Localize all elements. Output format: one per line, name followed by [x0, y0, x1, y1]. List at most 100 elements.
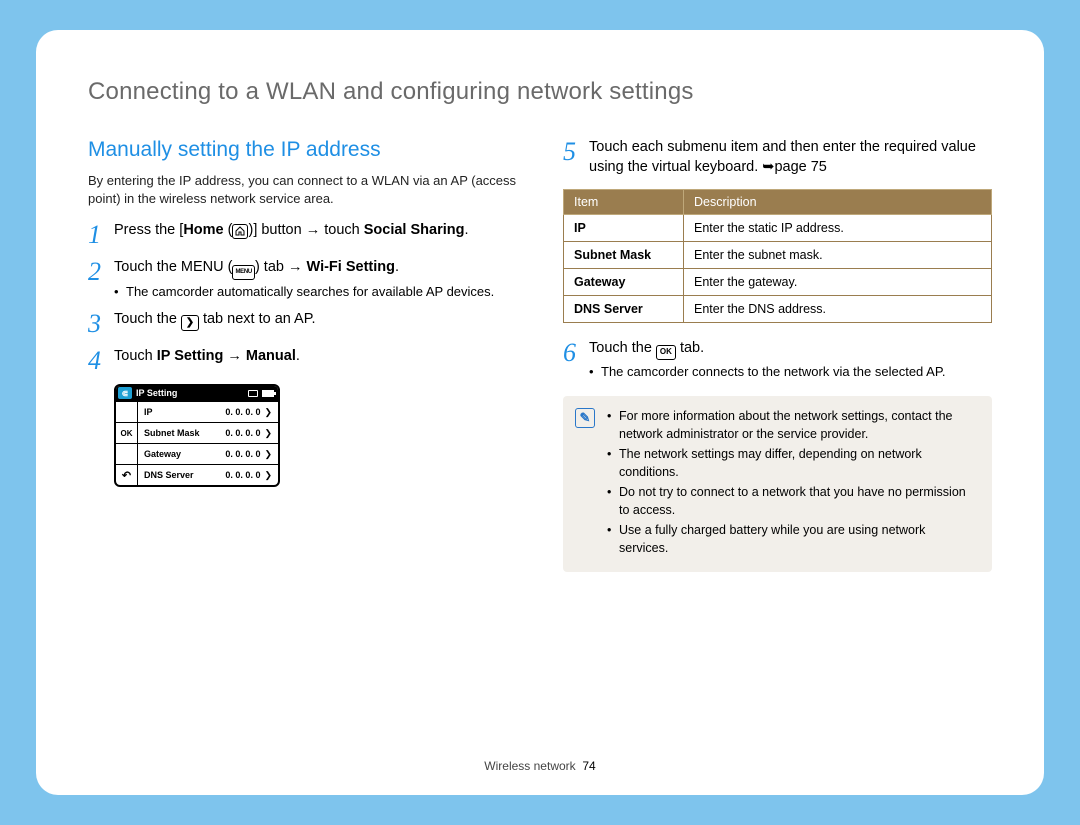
note-item: Do not try to connect to a network that … — [607, 484, 976, 519]
chevron-right-icon: ❯ — [181, 315, 199, 331]
chevron-right-icon: ❯ — [264, 470, 278, 481]
step-5: 5 Touch each submenu item and then enter… — [563, 138, 992, 177]
bold-text: IP Setting — [157, 348, 224, 364]
panel-value: 0. 0. 0. 0 — [225, 470, 264, 480]
text: Press the [ — [114, 222, 183, 238]
step-text: Touch the ❯ tab next to an AP. — [114, 310, 517, 331]
step-text: Touch the MENU (MENU) tab → Wi-Fi Settin… — [114, 258, 517, 300]
text: Touch the MENU ( — [114, 259, 232, 275]
footer-section: Wireless network — [484, 759, 575, 773]
page-reference: page 75 — [774, 159, 826, 175]
text: . — [296, 348, 300, 364]
table-row: IP Enter the static IP address. — [564, 215, 992, 242]
step-text: Press the [Home ()] button → touch Socia… — [114, 221, 517, 241]
panel-label: Gateway — [138, 449, 225, 459]
table-row: Subnet Mask Enter the subnet mask. — [564, 242, 992, 269]
record-icon — [248, 390, 258, 397]
step-number: 5 — [563, 138, 589, 165]
panel-header: ⋐ IP Setting — [116, 386, 278, 401]
wifi-icon: ⋐ — [118, 387, 132, 399]
note-list: For more information about the network s… — [607, 408, 976, 560]
table-item: Gateway — [564, 269, 684, 296]
back-button: ↶ — [116, 465, 138, 485]
panel-side-button — [116, 402, 138, 422]
ok-icon: OK — [656, 345, 676, 360]
bold-text: Social Sharing — [364, 222, 465, 238]
steps-list-right: 5 Touch each submenu item and then enter… — [563, 138, 992, 177]
table-desc: Enter the subnet mask. — [684, 242, 992, 269]
footer-page-number: 74 — [582, 759, 595, 773]
page-title: Connecting to a WLAN and configuring net… — [88, 78, 992, 106]
step-number: 1 — [88, 221, 114, 248]
step-text: Touch the OK tab. The camcorder connects… — [589, 339, 992, 380]
home-word: Home — [183, 222, 223, 238]
step-number: 4 — [88, 347, 114, 374]
step-number: 3 — [88, 310, 114, 337]
table-desc: Enter the DNS address. — [684, 296, 992, 323]
ip-setting-panel: ⋐ IP Setting IP 0. 0. 0. 0 ❯ OK Subnet M… — [114, 384, 280, 487]
panel-value: 0. 0. 0. 0 — [225, 407, 264, 417]
panel-label: DNS Server — [138, 470, 225, 480]
step-number: 2 — [88, 258, 114, 285]
step-3: 3 Touch the ❯ tab next to an AP. — [88, 310, 517, 337]
panel-value: 0. 0. 0. 0 — [225, 428, 264, 438]
text: touch — [320, 222, 364, 238]
step-text: Touch each submenu item and then enter t… — [589, 138, 992, 177]
steps-list-left: 1 Press the [Home ()] button → touch Soc… — [88, 221, 517, 374]
text: Touch the — [114, 311, 181, 327]
table-row: Gateway Enter the gateway. — [564, 269, 992, 296]
step-6: 6 Touch the OK tab. The camcorder connec… — [563, 339, 992, 380]
step-2: 2 Touch the MENU (MENU) tab → Wi-Fi Sett… — [88, 258, 517, 300]
chevron-right-icon: ❯ — [264, 449, 278, 460]
section-title: Manually setting the IP address — [88, 138, 517, 162]
panel-label: IP — [138, 407, 225, 417]
text: Touch the — [589, 340, 656, 356]
step-text: Touch IP Setting → Manual. — [114, 347, 517, 367]
home-icon — [232, 224, 248, 239]
description-table: Item Description IP Enter the static IP … — [563, 189, 992, 323]
text: tab. — [676, 340, 704, 356]
note-box: ✎ For more information about the network… — [563, 396, 992, 572]
panel-value: 0. 0. 0. 0 — [225, 449, 264, 459]
manual-page: Connecting to a WLAN and configuring net… — [36, 30, 1044, 795]
bold-text: Manual — [246, 348, 296, 364]
panel-row: ↶ DNS Server 0. 0. 0. 0 ❯ — [116, 464, 278, 485]
battery-icon — [262, 390, 274, 397]
table-item: IP — [564, 215, 684, 242]
table-item: DNS Server — [564, 296, 684, 323]
panel-row: Gateway 0. 0. 0. 0 ❯ — [116, 443, 278, 464]
steps-list-right-2: 6 Touch the OK tab. The camcorder connec… — [563, 339, 992, 380]
panel-row: IP 0. 0. 0. 0 ❯ — [116, 401, 278, 422]
arrow-icon: → — [288, 259, 303, 275]
step-sub-bullet: The camcorder connects to the network vi… — [589, 363, 992, 381]
note-icon: ✎ — [575, 408, 595, 428]
chevron-right-icon: ❯ — [264, 428, 278, 439]
panel-side-button — [116, 444, 138, 464]
two-column-layout: Manually setting the IP address By enter… — [88, 138, 992, 572]
menu-icon: MENU — [232, 265, 254, 280]
text: ) tab — [255, 259, 288, 275]
step-1: 1 Press the [Home ()] button → touch Soc… — [88, 221, 517, 248]
panel-label: Subnet Mask — [138, 428, 225, 438]
text: Touch — [114, 348, 157, 364]
note-item: The network settings may differ, dependi… — [607, 446, 976, 481]
text: . — [464, 222, 468, 238]
table-item: Subnet Mask — [564, 242, 684, 269]
panel-title: IP Setting — [136, 388, 177, 398]
arrow-icon: → — [223, 348, 246, 364]
text: tab next to an AP. — [199, 311, 316, 327]
ok-button: OK — [116, 423, 138, 443]
bold-text: Wi-Fi Setting — [307, 259, 395, 275]
table-desc: Enter the static IP address. — [684, 215, 992, 242]
chevron-right-icon: ❯ — [264, 407, 278, 418]
page-ref-icon: ➥ — [762, 159, 774, 175]
step-sub-bullet: The camcorder automatically searches for… — [114, 283, 517, 301]
left-column: Manually setting the IP address By enter… — [88, 138, 517, 572]
text: ] button — [253, 222, 305, 238]
note-item: Use a fully charged battery while you ar… — [607, 522, 976, 557]
step-4: 4 Touch IP Setting → Manual. — [88, 347, 517, 374]
table-header-description: Description — [684, 190, 992, 215]
intro-paragraph: By entering the IP address, you can conn… — [88, 172, 517, 207]
note-item: For more information about the network s… — [607, 408, 976, 443]
arrow-icon: → — [306, 222, 321, 238]
